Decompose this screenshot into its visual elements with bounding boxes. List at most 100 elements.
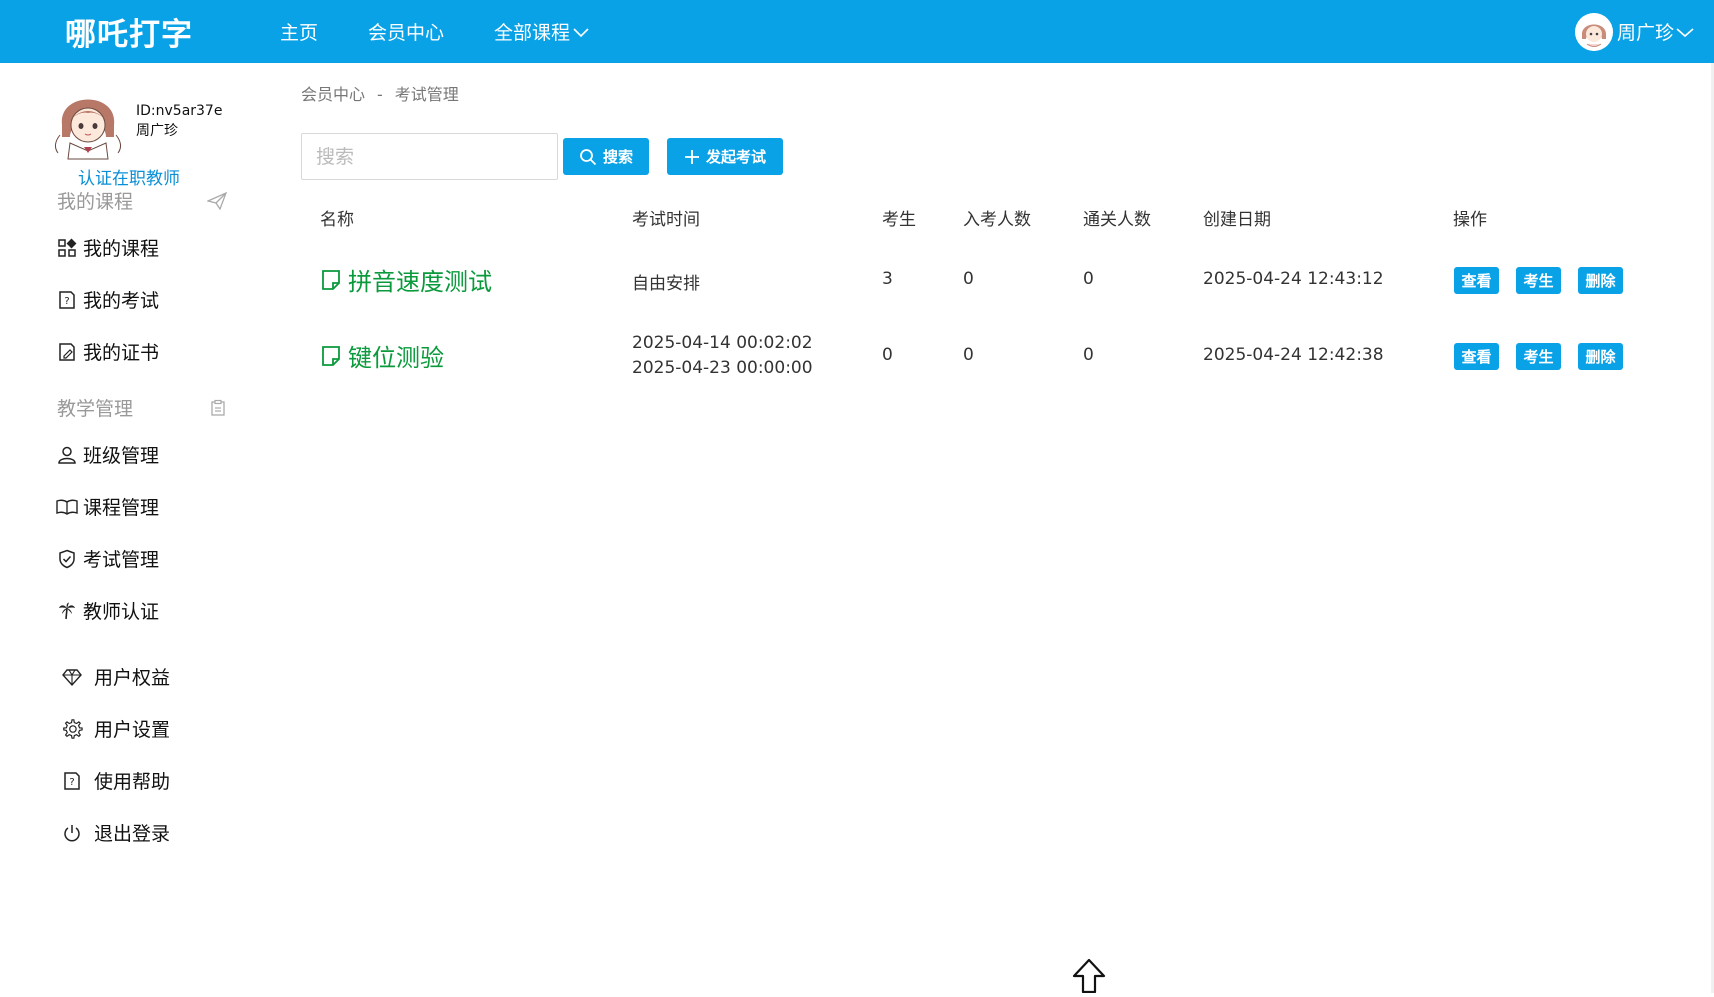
svg-text:?: ? — [64, 296, 69, 307]
doc-edit-icon — [56, 341, 78, 363]
sidebar-item-label: 考试管理 — [83, 549, 160, 571]
sidebar-item-course-management[interactable]: 课程管理 — [56, 493, 159, 520]
exam-time-start: 2025-04-14 00:02:02 — [632, 333, 813, 353]
create-exam-button[interactable]: 发起考试 — [667, 138, 783, 175]
user-icon — [56, 444, 78, 466]
profile-info: ID:nv5ar37e 周广珍 — [136, 101, 222, 141]
exam-name-link[interactable]: 拼音速度测试 — [320, 262, 492, 297]
sidebar-item-logout[interactable]: 退出登录 — [61, 819, 170, 846]
exam-students: 0 — [882, 345, 893, 365]
exam-time: 自由安排 — [632, 274, 700, 294]
header-students: 考生 — [882, 210, 916, 230]
search-button-label: 搜索 — [602, 148, 633, 166]
book-icon — [56, 496, 78, 518]
paper-plane-icon — [207, 191, 227, 210]
delete-button[interactable]: 删除 — [1578, 343, 1623, 370]
exam-name: 键位测验 — [348, 344, 444, 372]
sidebar: ID:nv5ar37e 周广珍 认证在职教师 我的课程 我的课程 ? 我的考试 … — [0, 63, 258, 993]
nav-home[interactable]: 主页 — [280, 18, 318, 45]
exam-time-end: 2025-04-23 00:00:00 — [632, 358, 813, 378]
header-name: 名称 — [320, 210, 354, 230]
exam-created: 2025-04-24 12:42:38 — [1203, 345, 1384, 365]
user-menu[interactable]: 周广珍 — [1574, 0, 1694, 63]
sidebar-item-label: 我的证书 — [83, 342, 160, 364]
power-icon — [61, 822, 83, 844]
sidebar-item-user-settings[interactable]: 用户设置 — [61, 715, 170, 742]
header-entered: 入考人数 — [963, 210, 1031, 230]
breadcrumb-parent[interactable]: 会员中心 — [301, 85, 365, 104]
doc-question-icon: ? — [56, 289, 78, 311]
breadcrumb: 会员中心 - 考试管理 — [301, 81, 459, 105]
sidebar-item-label: 教师认证 — [83, 601, 160, 623]
nav-member-center[interactable]: 会员中心 — [368, 18, 444, 45]
exam-entered: 0 — [963, 345, 974, 365]
user-id: ID:nv5ar37e — [136, 103, 223, 119]
sidebar-item-my-certificates[interactable]: 我的证书 — [56, 338, 159, 365]
sidebar-item-label: 我的课程 — [83, 238, 160, 260]
clipboard-icon — [211, 399, 225, 416]
examinees-button[interactable]: 考生 — [1516, 343, 1561, 370]
section-my-courses: 我的课程 — [57, 187, 227, 214]
examinees-button[interactable]: 考生 — [1516, 267, 1561, 294]
brand-logo[interactable]: 哪吒打字 — [0, 0, 258, 63]
user-menu-name: 周广珍 — [1616, 22, 1674, 44]
delete-button[interactable]: 删除 — [1578, 267, 1623, 294]
svg-text:?: ? — [69, 777, 74, 788]
view-button[interactable]: 查看 — [1454, 267, 1499, 294]
note-icon — [322, 345, 340, 366]
header-exam-time: 考试时间 — [632, 210, 700, 230]
certify-teacher-link[interactable]: 认证在职教师 — [0, 164, 258, 189]
chevron-down-icon — [1676, 27, 1694, 37]
sidebar-item-user-benefits[interactable]: 用户权益 — [61, 663, 170, 690]
sidebar-item-label: 使用帮助 — [94, 771, 171, 793]
header-created: 创建日期 — [1203, 210, 1271, 230]
exam-students: 3 — [882, 269, 893, 289]
sidebar-item-my-courses[interactable]: 我的课程 — [56, 234, 159, 261]
search-icon — [580, 148, 597, 165]
create-exam-button-label: 发起考试 — [705, 148, 766, 166]
nav-all-courses-label: 全部课程 — [494, 22, 571, 44]
sidebar-item-teacher-certification[interactable]: 教师认证 — [56, 597, 159, 624]
section-my-courses-label: 我的课程 — [57, 191, 134, 213]
diamond-icon — [61, 666, 83, 688]
sidebar-item-label: 班级管理 — [83, 445, 160, 467]
cursor-arrow-icon — [1072, 958, 1106, 997]
sidebar-item-label: 退出登录 — [94, 823, 171, 845]
gear-icon — [61, 718, 83, 740]
search-input[interactable] — [301, 133, 558, 180]
exam-passed: 0 — [1083, 345, 1094, 365]
nav-all-courses[interactable]: 全部课程 — [494, 18, 589, 45]
exam-passed: 0 — [1083, 269, 1094, 289]
note-icon — [322, 269, 340, 290]
breadcrumb-current: 考试管理 — [394, 85, 459, 104]
nav-member-center-label: 会员中心 — [368, 22, 445, 44]
sidebar-item-label: 用户设置 — [94, 719, 171, 741]
section-teaching-label: 教学管理 — [57, 398, 134, 420]
nav-home-label: 主页 — [280, 22, 319, 44]
breadcrumb-separator: - — [377, 85, 383, 104]
sidebar-item-exam-management[interactable]: 考试管理 — [56, 545, 159, 572]
view-button[interactable]: 查看 — [1454, 343, 1499, 370]
plus-icon — [684, 149, 699, 164]
sidebar-item-label: 用户权益 — [94, 667, 171, 689]
exam-name: 拼音速度测试 — [348, 268, 492, 296]
chevron-down-icon — [573, 27, 589, 37]
grid-icon — [56, 237, 78, 259]
header-actions: 操作 — [1453, 210, 1487, 230]
top-navbar: 哪吒打字 主页 会员中心 全部课程 周广珍 — [0, 0, 1714, 63]
profile-card: ID:nv5ar37e 周广珍 — [48, 81, 222, 161]
avatar — [48, 81, 128, 161]
main-nav: 主页 会员中心 全部课程 — [280, 0, 639, 63]
sidebar-item-help[interactable]: ? 使用帮助 — [61, 767, 170, 794]
avatar — [1574, 12, 1613, 51]
user-name: 周广珍 — [136, 123, 178, 139]
section-teaching: 教学管理 — [57, 394, 227, 421]
search-button[interactable]: 搜索 — [563, 138, 649, 175]
exam-name-link[interactable]: 键位测验 — [320, 338, 444, 373]
sidebar-item-my-exams[interactable]: ? 我的考试 — [56, 286, 159, 313]
help-doc-icon: ? — [61, 770, 83, 792]
sidebar-item-class-management[interactable]: 班级管理 — [56, 441, 159, 468]
sidebar-item-label: 我的考试 — [83, 290, 160, 312]
shield-check-icon — [56, 548, 78, 570]
exam-entered: 0 — [963, 269, 974, 289]
